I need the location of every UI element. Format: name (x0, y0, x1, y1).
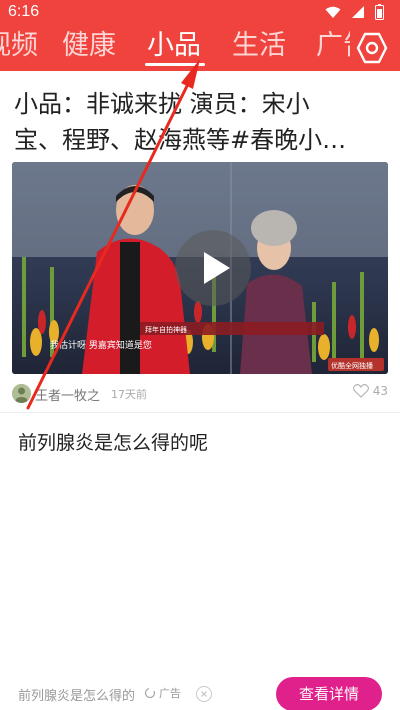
close-icon (201, 691, 207, 697)
ad-tag-label: 广告 (159, 687, 181, 700)
tab-sketch[interactable]: 小品 (147, 28, 201, 64)
like-button[interactable]: 43 (352, 384, 388, 398)
ad-close-button[interactable] (196, 686, 212, 702)
video-watermark: 优酷全网独播 (331, 361, 373, 370)
video-banner-text: 拜年自拍神器 (145, 325, 187, 334)
top-header: 6:16 视频 健康 小品 生活 广告 (0, 0, 400, 71)
avatar-image (12, 384, 31, 403)
view-details-button[interactable]: 查看详情 (276, 677, 382, 710)
signal-icon (352, 6, 364, 18)
article-title-line-1: 小品：非诚来扰 演员：宋小 (14, 90, 310, 118)
related-question[interactable]: 前列腺炎是怎么得的呢 (18, 428, 208, 455)
status-time: 6:16 (8, 3, 40, 20)
article-meta: 王者一牧之 17天前 43 (12, 382, 388, 406)
article-title[interactable]: 小品：非诚来扰 演员：宋小 宝、程野、赵海燕等#春晚小… (14, 86, 386, 158)
play-icon (204, 252, 230, 284)
like-count: 43 (372, 384, 388, 398)
ad-tag: 广告 (144, 685, 181, 701)
hexagon-settings-icon (356, 32, 388, 64)
video-player[interactable]: 拜年自拍神器 优酷全网独播 我估计呀 男嘉宾知道是您 (12, 162, 388, 374)
ad-bar: 前列腺炎是怎么得的 广告 查看详情 (0, 674, 400, 710)
system-icons (325, 4, 384, 20)
ad-text[interactable]: 前列腺炎是怎么得的 (18, 685, 135, 704)
tab-ads[interactable]: 广告 (316, 28, 350, 64)
divider (0, 412, 400, 413)
author-avatar[interactable] (12, 384, 31, 403)
tab-health[interactable]: 健康 (62, 28, 116, 64)
video-caption: 我估计呀 男嘉宾知道是您 (50, 339, 152, 351)
article-title-line-2: 宝、程野、赵海燕等#春晚小… (14, 126, 347, 154)
wifi-icon (325, 6, 341, 18)
heart-icon (352, 384, 369, 398)
tab-life[interactable]: 生活 (232, 28, 286, 64)
tab-video[interactable]: 视频 (0, 28, 38, 64)
active-tab-indicator (145, 63, 205, 66)
category-tabs: 视频 健康 小品 生活 广告 (0, 24, 350, 71)
ad-logo-icon (144, 687, 156, 699)
publish-time: 17天前 (111, 388, 147, 401)
battery-icon (375, 4, 384, 20)
play-button[interactable] (175, 230, 251, 306)
settings-button[interactable] (356, 31, 388, 65)
status-bar: 6:16 (0, 0, 400, 24)
author-name[interactable]: 王者一牧之 (35, 385, 100, 404)
